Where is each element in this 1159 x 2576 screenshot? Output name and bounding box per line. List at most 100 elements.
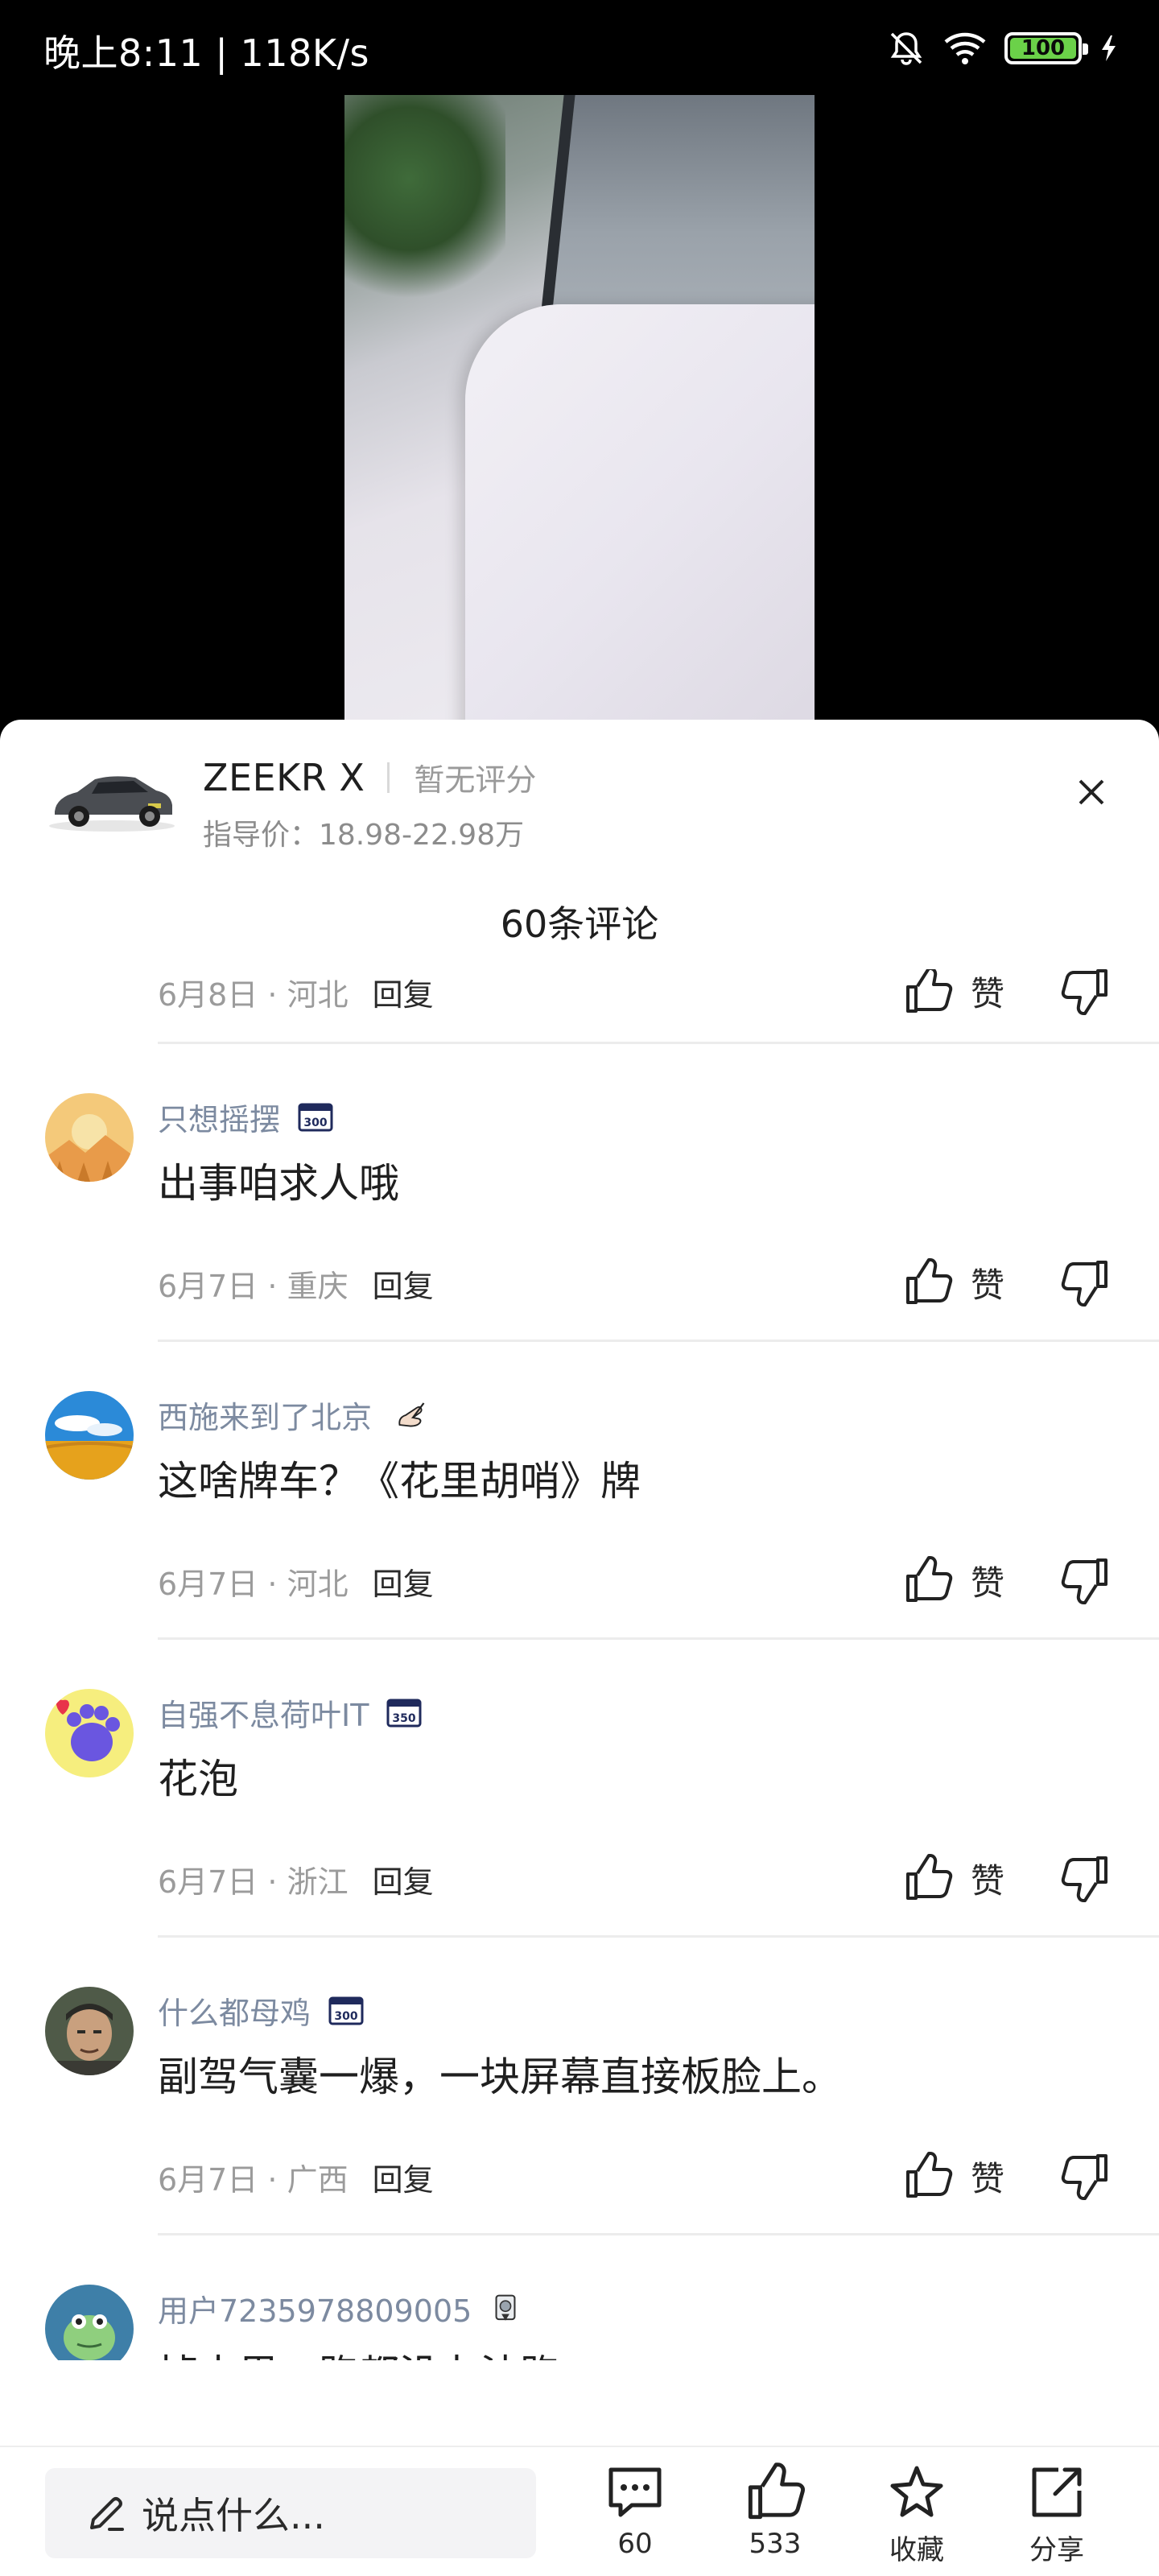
dislike-button[interactable] <box>1061 2151 1111 2204</box>
car-name-row: ZEEKR X 暂无评分 <box>203 755 536 799</box>
comment-text: 花泡 <box>158 1756 238 1802</box>
comment-date-location: 6月7日 · 浙江 <box>158 1864 349 1900</box>
thumbs-up-icon <box>748 2462 805 2520</box>
thumbs-down-icon <box>1061 1558 1107 1604</box>
comment-meta: 6月7日 · 河北 回复 <box>158 1558 434 1604</box>
like-label: 赞 <box>971 1563 1005 1603</box>
reply-button[interactable]: 回复 <box>373 970 434 1014</box>
comments-button[interactable]: 60 <box>575 2462 695 2560</box>
avatar[interactable] <box>45 1093 134 1182</box>
share-button[interactable]: 分享 <box>996 2462 1117 2567</box>
car-price: 指导价：18.98-22.98万 <box>203 819 525 852</box>
mute-bell-icon <box>890 32 922 65</box>
battery-level: 100 <box>1010 36 1076 60</box>
share-icon <box>1032 2467 1082 2517</box>
comment-text: 副驾气囊一爆，一块屏幕直接板脸上。 <box>158 2054 842 2100</box>
battery-icon: 100 <box>1004 32 1088 64</box>
comment-item: 自强不息荷叶IT 350 花泡 6月7日 · 浙江 回复 赞 <box>0 1641 1159 1938</box>
car-thumbnail <box>49 776 175 832</box>
comment-date-location: 6月7日 · 广西 <box>158 2161 349 2198</box>
like-button[interactable]: 赞 <box>903 1555 1004 1605</box>
like-button[interactable]: 赞 <box>903 1853 1004 1903</box>
avatar[interactable] <box>45 1689 134 1777</box>
like-label: 赞 <box>971 1265 1005 1305</box>
comment-date-location: 6月7日 · 河北 <box>158 1566 349 1602</box>
comment-item: 什么都母鸡 300 副驾气囊一爆，一块屏幕直接板脸上。 6月7日 · 广西 回复… <box>0 1938 1159 2236</box>
username[interactable]: 西施来到了北京 <box>158 1393 372 1437</box>
svg-text:300: 300 <box>303 1117 327 1129</box>
comment-meta: 6月7日 · 重庆 回复 <box>158 1261 434 1306</box>
user-row: 只想摇摆 300 <box>158 1095 333 1139</box>
dislike-button[interactable] <box>1061 1555 1111 1608</box>
like-label: 赞 <box>971 1860 1005 1901</box>
wifi-icon <box>944 32 986 64</box>
like-button[interactable]: 赞 <box>903 1257 1004 1307</box>
comment-date-location: 6月7日 · 重庆 <box>158 1268 349 1304</box>
close-button[interactable] <box>1062 763 1120 821</box>
comment-input[interactable]: 说点什么... <box>45 2468 536 2558</box>
thumbs-down-icon <box>1061 2154 1107 2200</box>
separator <box>158 1637 1159 1640</box>
reply-button[interactable]: 回复 <box>373 2155 434 2199</box>
dislike-button[interactable] <box>1061 1853 1111 1906</box>
avatar[interactable] <box>45 2285 134 2360</box>
car-rating: 暂无评分 <box>414 762 537 798</box>
thumbs-up-icon <box>906 1854 953 1900</box>
like-video-button[interactable]: 533 <box>715 2462 835 2560</box>
comment-count-title: 60条评论 <box>500 902 659 946</box>
comment-text: 这啥牌车？《花里胡哨》牌 <box>158 1458 641 1505</box>
comment-meta: 6月7日 · 浙江 回复 <box>158 1856 434 1901</box>
level-badge-icon: 300 <box>328 1996 364 2025</box>
video-player[interactable] <box>0 95 1159 723</box>
divider <box>387 762 390 793</box>
comment-text: 掉水里，跑都没办法跑 <box>158 2343 560 2360</box>
comment-list[interactable]: 6月8日 · 河北 回复 赞 只想摇摆 300 出事咱求人哦 6月7日 · 重庆… <box>0 969 1159 2360</box>
car-name[interactable]: ZEEKR X <box>203 756 365 799</box>
username[interactable]: 什么都母鸡 <box>158 1988 311 2033</box>
dislike-button[interactable] <box>1061 1257 1111 1311</box>
like-label: 赞 <box>971 2158 1005 2198</box>
thumbs-down-icon <box>1061 969 1107 1015</box>
comment-item: 只想摇摆 300 出事咱求人哦 6月7日 · 重庆 回复 赞 <box>0 1045 1159 1343</box>
comment-bubble-icon <box>608 2467 662 2517</box>
reply-button[interactable]: 回复 <box>373 1857 434 1901</box>
collect-button[interactable]: 收藏 <box>856 2462 977 2567</box>
dislike-button[interactable] <box>1061 969 1111 1019</box>
reply-button[interactable]: 回复 <box>373 1261 434 1306</box>
likes-count: 533 <box>749 2528 802 2560</box>
comments-count: 60 <box>617 2528 653 2560</box>
medal-badge-icon <box>495 2294 516 2321</box>
writing-hand-icon <box>398 1402 425 1426</box>
user-row: 什么都母鸡 300 <box>158 1988 364 2033</box>
username[interactable]: 用户7235978809005 <box>158 2286 472 2330</box>
pencil-icon <box>90 2497 124 2531</box>
like-button[interactable]: 赞 <box>903 2151 1004 2201</box>
user-row: 自强不息荷叶IT 350 <box>158 1690 422 1735</box>
close-icon <box>1079 779 1104 805</box>
comment-meta: 6月8日 · 河北 回复 <box>158 969 434 1014</box>
username[interactable]: 只想摇摆 <box>158 1095 280 1139</box>
thumbs-up-icon <box>906 1258 953 1304</box>
like-button[interactable]: 赞 <box>903 969 1004 1016</box>
thumbs-down-icon <box>1061 1261 1107 1307</box>
username[interactable]: 自强不息荷叶IT <box>158 1690 369 1735</box>
separator <box>158 2233 1159 2235</box>
avatar[interactable] <box>45 1987 134 2075</box>
comment-text: 出事咱求人哦 <box>158 1160 399 1207</box>
level-badge-icon: 350 <box>386 1699 422 1727</box>
comment-date-location: 6月8日 · 河北 <box>158 976 349 1013</box>
thumbs-up-icon <box>906 1556 953 1602</box>
status-bar: 晚上8:11 | 118K/s 100 <box>0 0 1159 95</box>
like-label: 赞 <box>971 973 1005 1013</box>
comment-item: 西施来到了北京 这啥牌车？《花里胡哨》牌 6月7日 · 河北 回复 赞 <box>0 1343 1159 1641</box>
avatar[interactable] <box>45 1391 134 1480</box>
reply-button[interactable]: 回复 <box>373 1559 434 1604</box>
user-row: 用户7235978809005 <box>158 2286 522 2330</box>
car-info-header[interactable]: ZEEKR X 暂无评分 指导价：18.98-22.98万 <box>0 720 1159 865</box>
comment-input-placeholder: 说点什么... <box>142 2494 325 2537</box>
status-time: 晚上8:11 | 118K/s <box>43 31 369 75</box>
share-label: 分享 <box>1029 2534 1084 2566</box>
comment-meta: 6月7日 · 广西 回复 <box>158 2154 434 2199</box>
svg-text:300: 300 <box>334 2010 357 2023</box>
separator <box>158 1340 1159 1342</box>
